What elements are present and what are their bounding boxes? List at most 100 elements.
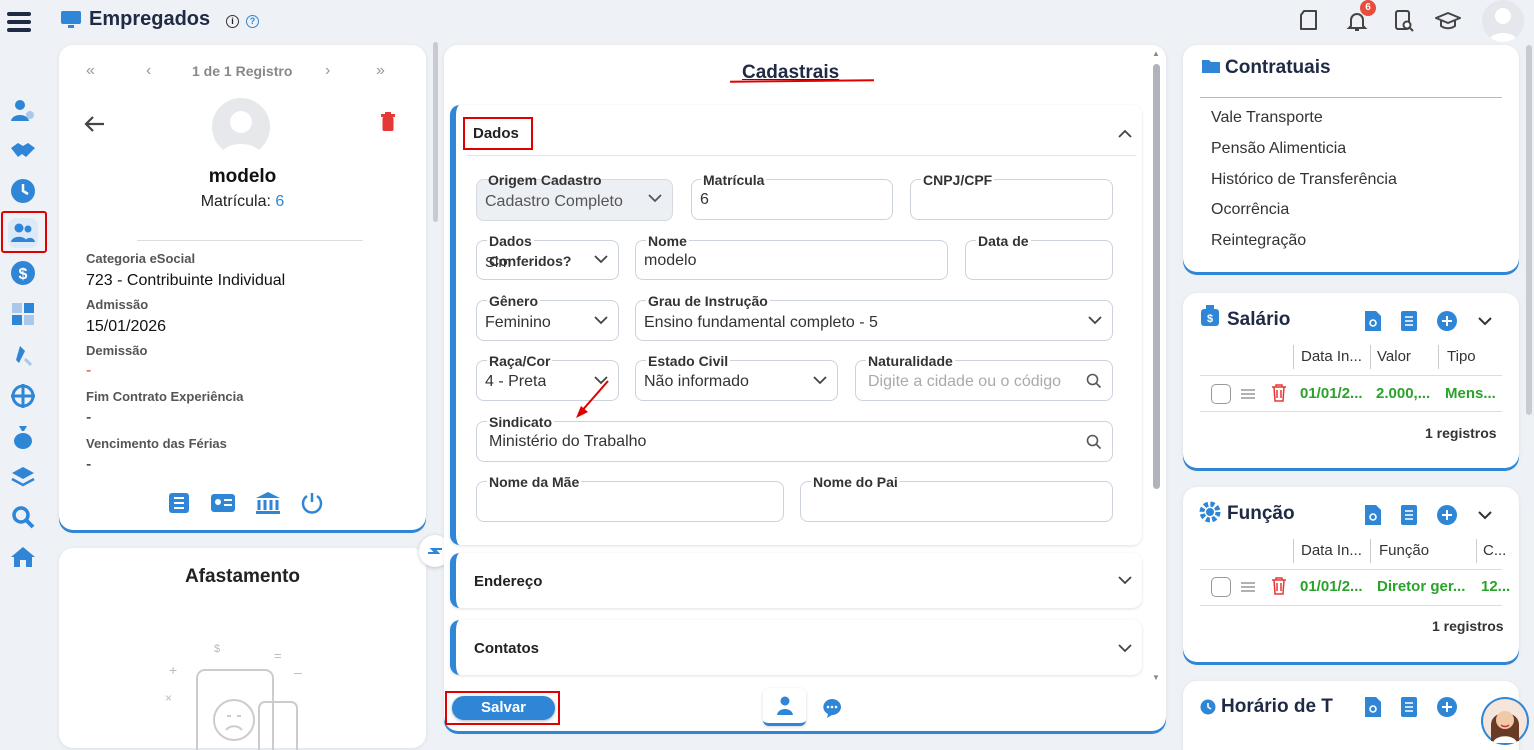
svg-text:+: + (169, 662, 177, 678)
divider (1200, 97, 1502, 98)
trash-icon[interactable] (1271, 384, 1287, 402)
row-checkbox[interactable] (1211, 577, 1231, 597)
section-endereco[interactable]: Endereço (450, 553, 1142, 608)
left-panel-scrollbar[interactable] (433, 42, 438, 222)
money-bag-icon[interactable] (9, 423, 37, 451)
add-icon[interactable] (1436, 310, 1458, 332)
layers-icon[interactable] (9, 463, 37, 491)
collapse-chevron-icon[interactable] (1118, 129, 1132, 138)
drag-handle-icon[interactable] (1241, 582, 1255, 592)
home-icon[interactable] (9, 543, 37, 571)
section-dados-title: Dados (473, 125, 519, 142)
magnifier-icon[interactable] (1086, 434, 1102, 450)
origem-value: Cadastro Completo (485, 193, 623, 210)
salario-count: 1 registros (1425, 425, 1497, 441)
field-value: - (86, 362, 92, 379)
assistant-avatar[interactable] (1481, 697, 1529, 745)
chevron-down-icon (594, 255, 608, 264)
handshake-icon[interactable] (9, 137, 37, 165)
link-reintegracao[interactable]: Reintegração (1211, 232, 1306, 250)
link-vale-transporte[interactable]: Vale Transporte (1211, 109, 1323, 127)
user-settings-icon[interactable] (9, 96, 37, 124)
chat-icon[interactable] (821, 697, 843, 719)
network-icon[interactable] (9, 382, 37, 410)
funcao-codigo[interactable]: 12... (1481, 578, 1510, 595)
search-doc-icon[interactable] (1364, 310, 1382, 332)
col-separator (1476, 539, 1477, 563)
col-header[interactable]: Tipo (1447, 348, 1476, 365)
salario-tipo[interactable]: Mens... (1445, 385, 1496, 402)
trash-icon[interactable] (1271, 577, 1287, 595)
prev-page-button[interactable]: ‹ (146, 62, 151, 80)
salario-data-inicio[interactable]: 01/01/2... (1300, 385, 1363, 402)
page-scrollbar[interactable] (1526, 45, 1532, 415)
list-doc-icon[interactable] (1400, 310, 1418, 332)
funcao-nome[interactable]: Diretor ger... (1377, 578, 1465, 595)
funcao-count: 1 registros (1432, 618, 1504, 634)
svg-text:$: $ (214, 643, 220, 655)
add-icon[interactable] (1436, 696, 1458, 718)
expand-chevron-icon[interactable] (1118, 644, 1132, 653)
row-divider (1200, 411, 1502, 412)
report-search-icon[interactable] (1392, 9, 1416, 33)
menu-toggle-icon[interactable] (5, 8, 33, 36)
employee-photo[interactable] (212, 98, 270, 156)
col-header[interactable]: Função (1379, 542, 1429, 559)
first-page-button[interactable]: « (86, 62, 95, 80)
row-divider (1200, 569, 1502, 570)
expand-chevron-icon[interactable] (1118, 576, 1132, 585)
link-pensao-alimenticia[interactable]: Pensão Alimenticia (1211, 140, 1346, 158)
info-icon[interactable]: i (226, 15, 239, 28)
document-list-icon[interactable] (167, 491, 191, 515)
tab-person[interactable] (763, 688, 806, 726)
pen-icon[interactable] (9, 341, 37, 369)
sindicato-input[interactable]: Ministério do Trabalho (476, 421, 1113, 462)
section-divider (466, 155, 1136, 156)
save-button[interactable]: Salvar (452, 696, 555, 720)
power-icon[interactable] (300, 491, 324, 515)
naturalidade-label: Naturalidade (866, 353, 955, 369)
last-page-button[interactable]: » (376, 62, 385, 80)
col-header[interactable]: Data In... (1301, 542, 1362, 559)
add-icon[interactable] (1436, 504, 1458, 526)
delete-icon[interactable] (380, 112, 396, 132)
search-doc-icon[interactable] (1364, 696, 1382, 718)
data-label: Data de (976, 233, 1031, 249)
link-ocorrencia[interactable]: Ocorrência (1211, 201, 1289, 219)
col-header[interactable]: C... (1483, 542, 1506, 559)
col-header[interactable]: Valor (1377, 348, 1411, 365)
salario-valor[interactable]: 2.000,... (1376, 385, 1430, 402)
field-value: 15/01/2026 (86, 318, 167, 335)
expand-chevron-icon[interactable] (1478, 317, 1492, 326)
user-avatar[interactable] (1482, 0, 1524, 42)
main-scrollbar[interactable] (1153, 64, 1160, 489)
calculator-icon[interactable] (9, 300, 37, 328)
bank-icon[interactable] (255, 491, 281, 515)
scroll-up-arrow[interactable]: ▲ (1152, 49, 1160, 58)
next-page-button[interactable]: › (325, 62, 330, 80)
col-header[interactable]: Data In... (1301, 348, 1362, 365)
sindicato-label: Sindicato (487, 414, 555, 430)
dollar-icon[interactable]: $ (9, 259, 37, 287)
search-doc-icon[interactable] (1364, 504, 1382, 526)
list-doc-icon[interactable] (1400, 696, 1418, 718)
svg-text:×: × (165, 691, 172, 705)
id-card-icon[interactable] (210, 492, 236, 514)
magnifier-icon[interactable] (1086, 373, 1102, 389)
notes-icon[interactable] (1298, 8, 1322, 32)
search-icon[interactable] (9, 503, 37, 531)
clock-icon[interactable] (9, 177, 37, 205)
funcao-data-inicio[interactable]: 01/01/2... (1300, 578, 1363, 595)
graduation-cap-icon[interactable] (1435, 10, 1461, 32)
row-checkbox[interactable] (1211, 384, 1231, 404)
expand-chevron-icon[interactable] (1478, 511, 1492, 520)
section-contatos[interactable]: Contatos (450, 620, 1142, 675)
matricula-field-label: Matrícula (701, 172, 767, 188)
drag-handle-icon[interactable] (1241, 389, 1255, 399)
link-historico-transferencia[interactable]: Histórico de Transferência (1211, 171, 1397, 189)
help-icon[interactable]: ? (246, 15, 259, 28)
list-doc-icon[interactable] (1400, 504, 1418, 526)
scroll-down-arrow[interactable]: ▼ (1152, 673, 1160, 682)
employees-icon[interactable] (8, 218, 38, 248)
back-arrow-icon[interactable] (84, 115, 106, 133)
